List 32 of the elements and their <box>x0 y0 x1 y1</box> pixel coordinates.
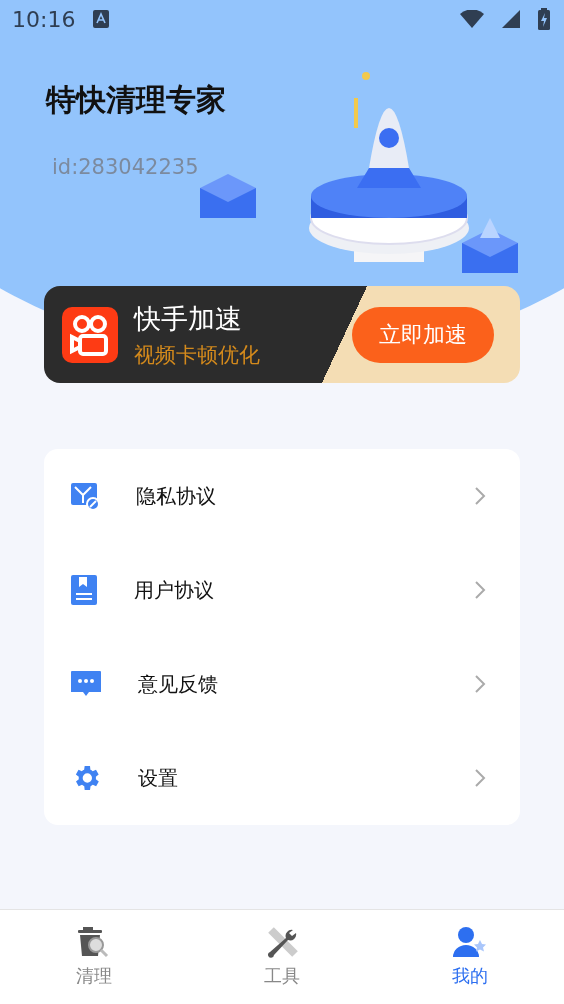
signal-icon <box>502 10 520 28</box>
chat-bubble-icon <box>70 670 102 698</box>
chevron-icon <box>474 768 486 788</box>
menu-item[interactable]: 用户协议 <box>44 543 520 637</box>
user-id: id:283042235 <box>51 155 200 179</box>
wifi-icon <box>460 10 484 28</box>
nav-tab[interactable]: 工具 <box>188 910 376 1004</box>
menu-item[interactable]: 设置 <box>44 731 520 825</box>
notification-icon <box>93 10 110 28</box>
document-icon <box>70 574 98 606</box>
menu-label: 隐私协议 <box>136 482 217 510</box>
promo-title: 快手加速 <box>134 301 243 336</box>
nav-tab[interactable]: 清理 <box>0 910 188 1004</box>
status-time: 10:16 <box>12 6 76 32</box>
menu-item[interactable]: 意见反馈 <box>44 637 520 731</box>
menu-item[interactable]: 隐私协议 <box>44 449 520 543</box>
chevron-icon <box>474 580 486 600</box>
tools-icon <box>265 926 299 958</box>
battery-icon <box>538 8 550 30</box>
menu-label: 设置 <box>138 764 179 792</box>
video-camera-logo-icon <box>62 306 118 363</box>
promo-banner[interactable]: 快手加速 视频卡顿优化 立即加速 <box>44 286 520 383</box>
chevron-icon <box>474 674 486 694</box>
menu-label: 意见反馈 <box>138 670 219 698</box>
envelope-icon <box>70 481 100 511</box>
chevron-icon <box>474 486 486 506</box>
user-icon <box>452 926 488 958</box>
app-title: 特快清理专家 <box>46 81 226 119</box>
promo-subtitle: 视频卡顿优化 <box>134 341 260 369</box>
nav-tab[interactable]: 我的 <box>376 910 564 1004</box>
trash-search-icon <box>77 926 111 958</box>
menu-label: 用户协议 <box>134 576 215 604</box>
